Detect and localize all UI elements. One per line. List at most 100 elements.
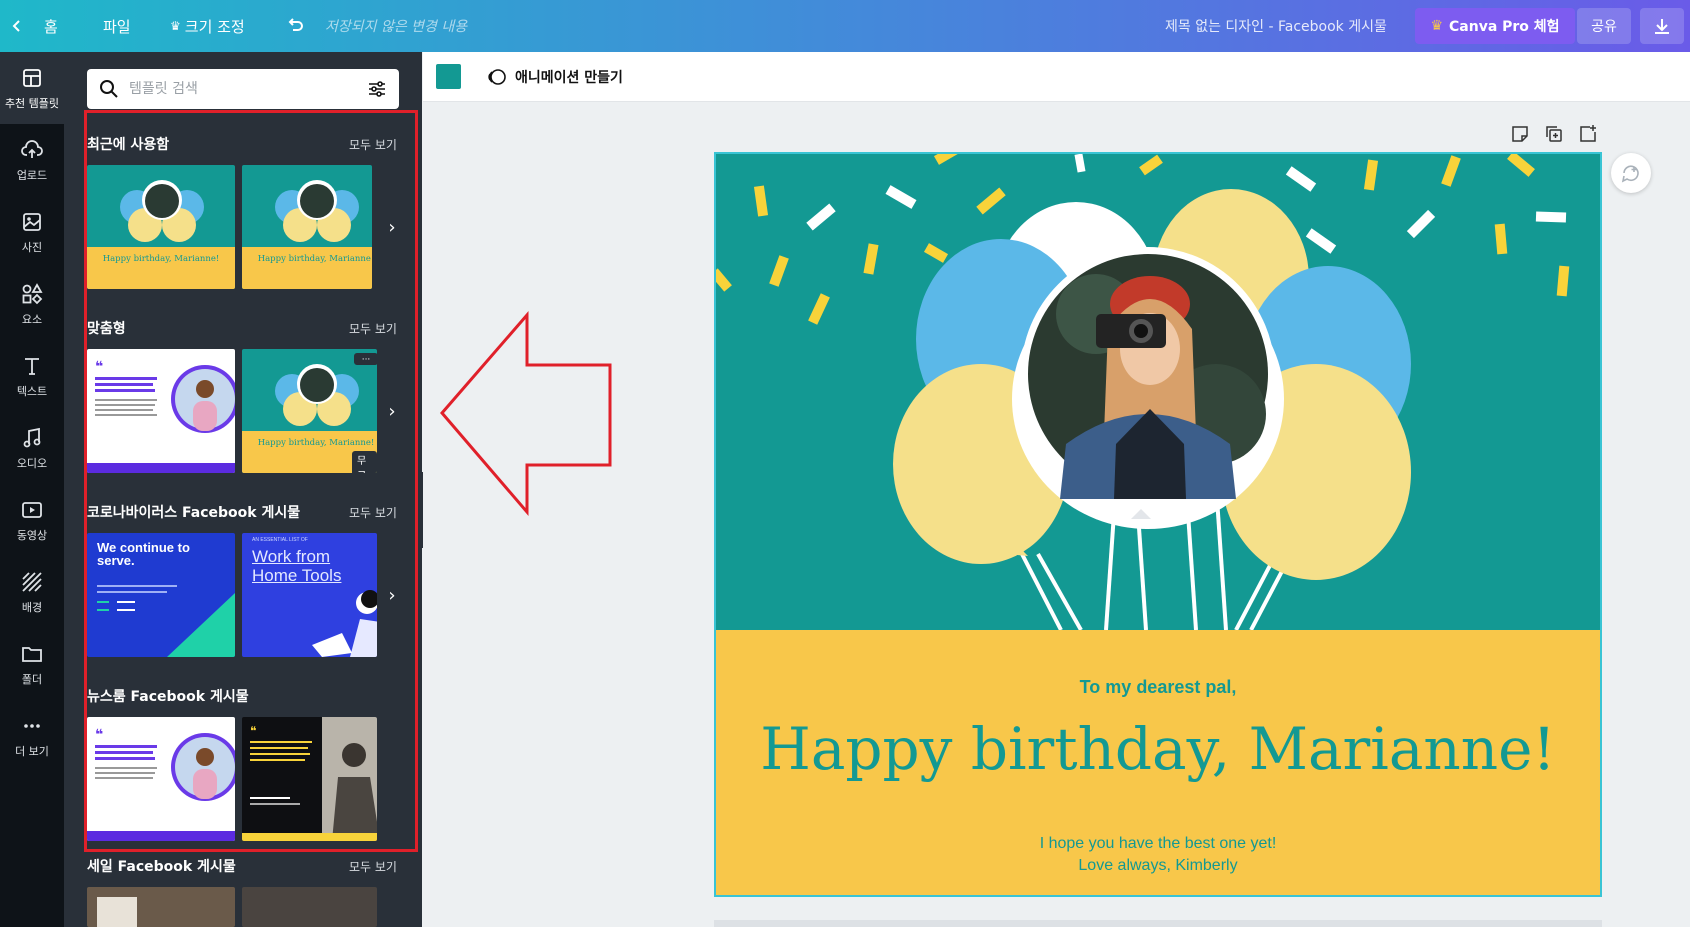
template-search[interactable] <box>87 69 399 109</box>
section-title-newsroom: 뉴스룸 Facebook 게시물 <box>87 689 249 705</box>
see-all-link[interactable]: 모두 보기 <box>349 858 397 875</box>
quote-thumb-art: ❝ <box>87 349 235 473</box>
birthday-thumb-art: Happy birthday, Marianne! <box>242 165 372 289</box>
nav-more[interactable]: 더 보기 <box>0 700 64 772</box>
pro-label: Canva Pro 체험 <box>1449 19 1560 35</box>
sale-thumb-art <box>242 887 377 927</box>
text-icon <box>25 357 39 375</box>
free-badge: 무료 <box>352 451 377 473</box>
unsaved-status: 저장되지 않은 변경 내용 <box>325 19 468 35</box>
next-chevron-button[interactable]: › <box>382 217 402 238</box>
svg-text:···: ··· <box>362 355 371 365</box>
template-thumb-quote[interactable]: ❝ <box>87 349 235 473</box>
nav-folder[interactable]: 폴더 <box>0 628 64 700</box>
crown-icon: ♛ <box>1430 18 1443 34</box>
video-icon <box>22 501 42 518</box>
shapes-icon <box>22 282 43 304</box>
template-thumb-continue-serve[interactable]: We continue to serve. <box>87 533 235 657</box>
left-arrow-annotation-icon <box>440 310 612 517</box>
download-button[interactable] <box>1640 8 1684 44</box>
nav-label: 사진 <box>21 240 43 254</box>
greeting-text[interactable]: To my dearest pal, <box>716 677 1600 698</box>
nav-elements[interactable]: 요소 <box>0 268 64 340</box>
nav-audio[interactable]: 오디오 <box>0 412 64 484</box>
svg-text:❝: ❝ <box>250 724 256 738</box>
work-home-thumb-art: AN ESSENTIAL LIST OF Work from Home Tools <box>242 533 377 657</box>
canva-pro-trial-button[interactable]: ♛ Canva Pro 체험 <box>1415 8 1575 44</box>
svg-text:❝: ❝ <box>95 727 103 743</box>
template-thumb-quote-2[interactable]: ❝ <box>87 717 235 841</box>
template-thumb-newsroom[interactable]: ❝ <box>242 717 377 841</box>
thumb-kicker: AN ESSENTIAL LIST OF <box>252 537 308 543</box>
see-all-link[interactable]: 모두 보기 <box>349 504 397 521</box>
note-icon[interactable] <box>1510 124 1530 144</box>
next-page-preview <box>714 920 1602 927</box>
home-button[interactable]: 홈 <box>10 0 58 52</box>
template-thumb-sale-1[interactable] <box>87 887 235 927</box>
nav-background[interactable]: 배경 <box>0 556 64 628</box>
nav-label: 오디오 <box>16 456 48 470</box>
undo-button[interactable] <box>285 0 305 52</box>
duplicate-page-icon[interactable] <box>1544 124 1564 144</box>
continue-serve-thumb-art: We continue to serve. <box>87 533 235 657</box>
comment-add-icon <box>1621 165 1639 183</box>
animate-button[interactable]: 애니메이션 만들기 <box>487 52 623 102</box>
animate-label: 애니메이션 만들기 <box>515 70 623 86</box>
template-thumb-work-home[interactable]: AN ESSENTIAL LIST OF Work from Home Tools <box>242 533 377 657</box>
next-chevron-button[interactable]: › <box>382 585 402 606</box>
crown-icon: ♛ <box>170 19 181 33</box>
see-all-link[interactable]: 모두 보기 <box>349 136 397 153</box>
file-menu[interactable]: 파일 <box>103 0 131 52</box>
next-chevron-button[interactable]: › <box>382 401 402 422</box>
section-title-recent: 최근에 사용함 <box>87 137 170 153</box>
headline-text[interactable]: Happy birthday, Marianne! <box>716 715 1600 783</box>
section-title-custom: 맞춤형 <box>87 321 126 337</box>
template-thumb-birthday-2[interactable]: Happy birthday, Marianne! <box>242 165 372 289</box>
svg-text:❝: ❝ <box>95 359 103 375</box>
nav-templates[interactable]: 추천 템플릿 <box>0 52 64 124</box>
nav-text[interactable]: 텍스트 <box>0 340 64 412</box>
template-thumb-birthday-3[interactable]: Happy birthday, Marianne! ··· 무료 <box>242 349 377 473</box>
newsroom-thumb-art: ❝ <box>242 717 377 841</box>
balloon-illustration <box>716 154 1600 630</box>
background-pattern-icon <box>22 571 42 592</box>
more-dots-icon <box>24 723 40 728</box>
see-all-link[interactable]: 모두 보기 <box>349 320 397 337</box>
nav-upload[interactable]: 업로드 <box>0 124 64 196</box>
section-title-sale: 세일 Facebook 게시물 <box>87 859 236 875</box>
file-label: 파일 <box>103 17 131 36</box>
share-button[interactable]: 공유 <box>1577 8 1631 44</box>
page-actions <box>1510 124 1598 146</box>
section-title-corona: 코로나바이러스 Facebook 게시물 <box>87 505 301 521</box>
thumb-caption: We continue to serve. <box>97 541 190 568</box>
animate-icon <box>488 69 506 85</box>
search-icon <box>100 80 118 98</box>
nav-photos[interactable]: 사진 <box>0 196 64 268</box>
editor-toolbar: 애니메이션 만들기 <box>423 52 1690 102</box>
thumb-caption: Happy birthday, Marianne! <box>103 254 220 264</box>
document-title[interactable]: 제목 없는 디자인 - Facebook 게시물 <box>1165 0 1387 52</box>
birthday-thumb-art: Happy birthday, Marianne! <box>87 165 235 289</box>
left-navigation: 추천 템플릿 업로드 사진 요소 텍스트 오디오 동영상 배경 폴더 더 보기 <box>0 52 64 927</box>
thumb-caption: Happy birthday, Marianne! <box>258 254 372 264</box>
background-color-swatch[interactable] <box>436 64 461 89</box>
search-input[interactable] <box>129 81 367 97</box>
folder-icon <box>22 646 42 662</box>
nav-label: 더 보기 <box>15 744 49 758</box>
add-page-icon[interactable] <box>1578 124 1598 144</box>
resize-button[interactable]: ♛ 크기 조정 <box>170 0 245 52</box>
nav-video[interactable]: 동영상 <box>0 484 64 556</box>
template-thumb-sale-2[interactable] <box>242 887 377 927</box>
message-line-1[interactable]: I hope you have the best one yet! <box>716 835 1600 853</box>
quote-thumb-art: ❝ <box>87 717 235 841</box>
nav-label: 추천 템플릿 <box>4 96 60 110</box>
comment-button[interactable] <box>1611 153 1651 193</box>
template-thumb-birthday[interactable]: Happy birthday, Marianne! <box>87 165 235 289</box>
upload-cloud-icon <box>21 139 43 158</box>
design-canvas[interactable]: To my dearest pal, Happy birthday, Maria… <box>714 152 1602 897</box>
nav-label: 요소 <box>21 312 43 326</box>
filter-sliders-icon[interactable] <box>367 79 387 99</box>
message-line-2[interactable]: Love always, Kimberly <box>716 857 1600 875</box>
nav-label: 배경 <box>21 600 43 614</box>
undo-icon <box>288 18 303 31</box>
